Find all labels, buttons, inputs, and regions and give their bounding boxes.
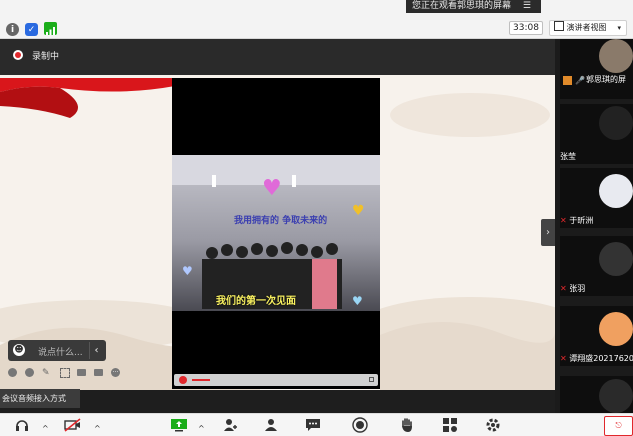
- menu-icon[interactable]: ☰: [523, 0, 531, 13]
- back-icon[interactable]: [8, 368, 17, 377]
- participant-tile[interactable]: 🎤 郭思琪的屏: [560, 39, 633, 99]
- mic-icon: 🎤: [575, 76, 585, 85]
- members-icon[interactable]: [262, 416, 280, 434]
- chevron-up-icon[interactable]: ^: [42, 424, 49, 433]
- chat-icon[interactable]: [304, 416, 322, 434]
- view-mode-label: 演讲者视图: [566, 23, 607, 32]
- info-icon[interactable]: i: [6, 23, 19, 36]
- avatar: [599, 174, 633, 208]
- mic-muted-icon: ✕: [560, 284, 567, 293]
- recording-label: 录制中: [32, 52, 60, 62]
- red-flag-decoration: [0, 78, 175, 118]
- avatar: [599, 106, 633, 140]
- avatar: [599, 312, 633, 346]
- chevron-left-icon[interactable]: ‹: [89, 342, 103, 359]
- svg-text:♥: ♥: [262, 176, 282, 201]
- viewing-screen-text: 您正在观看郭思琪的屏幕: [412, 1, 512, 11]
- grid-icon: [554, 21, 564, 31]
- avatar: [599, 242, 633, 276]
- participant-tile[interactable]: ✕ 张羽: [560, 236, 633, 296]
- signal-icon[interactable]: [44, 22, 57, 35]
- collapse-panel-button[interactable]: ›: [541, 219, 555, 246]
- viewing-screen-banner[interactable]: 您正在观看郭思琪的屏幕 ☰: [406, 0, 541, 13]
- select-icon[interactable]: [60, 368, 70, 378]
- avatar: [599, 39, 633, 73]
- mic-muted-icon: ✕: [560, 216, 567, 225]
- participant-tile[interactable]: 张莹: [560, 104, 633, 164]
- chevron-up-icon[interactable]: ^: [94, 424, 101, 433]
- forward-icon[interactable]: [25, 368, 34, 377]
- emoji-icon[interactable]: ☻: [13, 344, 25, 356]
- recording-icon[interactable]: [13, 50, 23, 60]
- participant-name: ✕ 谭翔盛20217620: [560, 354, 633, 363]
- leave-meeting-button[interactable]: ⎋: [604, 416, 633, 436]
- more-icon[interactable]: ···: [111, 368, 120, 377]
- svg-text:♥: ♥: [352, 294, 363, 308]
- chevron-up-icon[interactable]: ^: [198, 424, 205, 433]
- pen-icon[interactable]: ✎: [42, 368, 50, 378]
- participant-tile[interactable]: [560, 376, 633, 413]
- participant-name: ✕ 于昕洲: [560, 216, 594, 225]
- video-frame[interactable]: ♥ ♥ ♥ ♥ 我用拥有的 争取未来的 我们的第一次见面: [172, 155, 380, 311]
- participant-name: 郭思琪的屏: [586, 75, 626, 84]
- svg-text:♥: ♥: [352, 203, 365, 219]
- chat-placeholder: 说点什么...: [38, 348, 83, 358]
- play-icon[interactable]: [179, 376, 187, 384]
- meeting-timer: 33:08: [509, 21, 543, 35]
- camera-off-icon[interactable]: [64, 416, 82, 434]
- avatar: [599, 379, 633, 413]
- recording-bar: [0, 39, 555, 75]
- mic-muted-icon: ✕: [560, 354, 567, 363]
- camera-icon[interactable]: [77, 369, 86, 376]
- apps-icon[interactable]: [441, 416, 459, 434]
- participant-tile[interactable]: ✕ 谭翔盛20217620: [560, 306, 633, 366]
- settings-icon[interactable]: [484, 416, 502, 434]
- record-icon[interactable]: [351, 416, 369, 434]
- participant-name: 张莹: [560, 152, 576, 161]
- video-caption-bottom: 我们的第一次见面: [216, 296, 296, 307]
- view-mode-dropdown[interactable]: 演讲者视图 ▾: [549, 20, 627, 36]
- svg-text:♥: ♥: [182, 264, 193, 278]
- audio-access-hint[interactable]: 会议音频接入方式: [0, 389, 80, 408]
- participant-name: ✕ 张羽: [560, 284, 586, 293]
- invite-icon[interactable]: [221, 416, 239, 434]
- participant-tile[interactable]: ✕ 于昕洲: [560, 168, 633, 228]
- shield-icon[interactable]: ✓: [25, 23, 38, 36]
- video-caption-top: 我用拥有的 争取未来的: [234, 216, 328, 226]
- share-screen-icon[interactable]: [170, 416, 188, 434]
- video-progress-bar[interactable]: [174, 374, 378, 386]
- headset-icon[interactable]: [13, 416, 31, 434]
- chevron-down-icon: ▾: [617, 24, 621, 32]
- screen-share-icon: [563, 76, 572, 85]
- raise-hand-icon[interactable]: [398, 416, 416, 434]
- comment-icon[interactable]: [94, 369, 103, 376]
- fullscreen-icon[interactable]: [369, 377, 374, 382]
- annotation-tools: ✎ ···: [8, 368, 123, 379]
